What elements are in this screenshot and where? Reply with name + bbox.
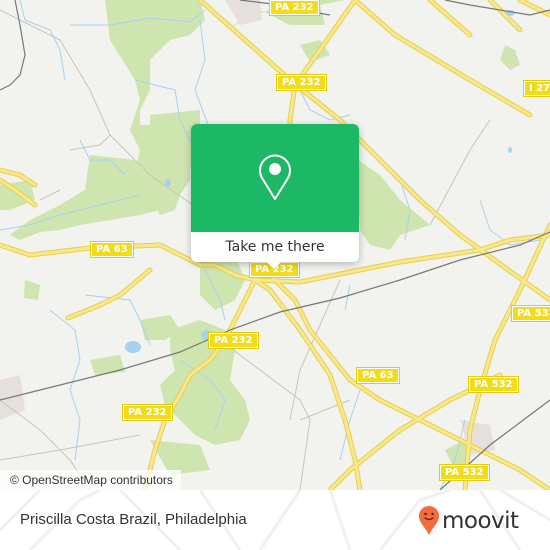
stream [84,294,151,346]
road [488,0,522,32]
urban-area [225,0,262,25]
minor-road [39,189,61,201]
minor-road [0,434,141,461]
road-shield: PA 63 [356,367,400,384]
road-shield: PA 232 [208,332,259,349]
urban-area [0,375,25,420]
take-me-there-popup[interactable]: Take me there [191,124,359,269]
road [253,278,362,490]
road-shield: PA 232 [276,74,327,91]
park-area [90,355,125,375]
moovit-logo[interactable]: moovit [418,506,519,536]
map-attribution[interactable]: © OpenStreetMap contributors [0,470,181,490]
location-pin-icon [259,154,291,200]
road-shield: PA 532 [468,376,519,393]
road-shield: PA 232 [269,0,320,16]
road-casing [65,267,153,321]
railway [0,0,26,91]
road-casing [252,277,363,490]
road [428,0,472,37]
road-shield: I 27 [522,80,550,97]
road-shield: PA 532 [511,305,550,322]
map-canvas[interactable]: PA 232 PA 232 I 27 PA 63 PA 232 PA 532 P… [0,0,550,490]
pond [125,341,141,353]
park-area [24,280,40,300]
popup-pointer [265,260,283,269]
stream [49,309,81,461]
moovit-pin-icon [419,506,439,535]
road-shield: PA 532 [439,464,490,481]
road-shield: PA 232 [122,404,173,421]
stream [19,0,66,81]
minor-road [69,134,111,151]
take-me-there-button[interactable]: Take me there [191,232,359,262]
pond [508,147,512,153]
road-shield: PA 63 [90,241,134,258]
park-area [500,45,520,70]
stream [344,284,351,311]
minor-road [429,119,491,226]
footer-bar: Priscilla Costa Brazil, Philadelphia moo… [0,490,550,550]
place-name: Priscilla Costa Brazil, Philadelphia [20,511,247,528]
brand-name: moovit [442,508,519,534]
road [518,0,550,17]
popup-header[interactable] [191,124,359,232]
